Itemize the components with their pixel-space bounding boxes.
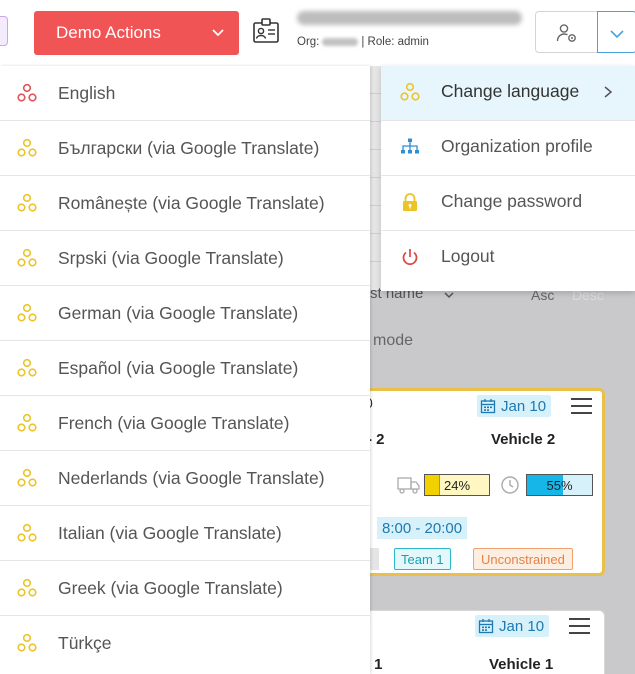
hamburger-menu-icon[interactable] bbox=[569, 618, 590, 634]
language-icon bbox=[17, 633, 37, 652]
menu-item-label: Change password bbox=[441, 191, 583, 211]
route-card[interactable]: 0 Jan 10 - 2 Vehicle 2 24% bbox=[364, 388, 605, 576]
hamburger-menu-icon[interactable] bbox=[571, 398, 592, 414]
language-icon bbox=[17, 468, 37, 487]
chevron-down-icon bbox=[610, 30, 624, 39]
working-hours-badge: 8:00 - 20:00 bbox=[377, 517, 468, 539]
menu-item-organization-profile[interactable]: Organization profile bbox=[381, 121, 635, 176]
language-icon bbox=[17, 138, 37, 157]
user-dropdown-menu: Change language Organization profile Cha… bbox=[381, 66, 635, 291]
language-option-label: German (via Google Translate) bbox=[58, 303, 299, 323]
menu-item-label: Change language bbox=[441, 81, 580, 101]
power-icon bbox=[402, 249, 418, 265]
language-submenu: English Български (via Google Translate)… bbox=[0, 66, 370, 674]
time-usage-bar: 55% bbox=[526, 474, 593, 496]
language-option[interactable]: German (via Google Translate) bbox=[0, 286, 370, 341]
language-option[interactable]: Italian (via Google Translate) bbox=[0, 506, 370, 561]
org-role-line: Org: | Role: admin bbox=[297, 36, 429, 48]
language-icon bbox=[17, 193, 37, 212]
language-icon bbox=[400, 82, 420, 101]
language-icon bbox=[17, 303, 37, 322]
language-option[interactable]: Türkçe bbox=[0, 616, 370, 671]
language-option-label: French (via Google Translate) bbox=[58, 413, 290, 433]
language-option-label: Italian (via Google Translate) bbox=[58, 523, 282, 543]
user-email-redacted bbox=[297, 11, 522, 25]
language-icon bbox=[17, 578, 37, 597]
chevron-down-icon bbox=[212, 29, 224, 37]
demo-actions-button[interactable]: Demo Actions bbox=[34, 11, 239, 55]
left-partial-button[interactable] bbox=[0, 16, 8, 46]
vehicle-name: Vehicle 2 bbox=[491, 431, 556, 448]
date-badge: Jan 10 bbox=[477, 395, 552, 417]
calendar-icon bbox=[478, 619, 494, 634]
menu-item-change-password[interactable]: Change password bbox=[381, 176, 635, 231]
language-option[interactable]: Srpski (via Google Translate) bbox=[0, 231, 370, 286]
calendar-icon bbox=[480, 399, 496, 414]
chevron-right-icon bbox=[604, 86, 613, 98]
clock-icon bbox=[501, 476, 519, 494]
covered-form-strip bbox=[368, 66, 382, 290]
language-option-label: Greek (via Google Translate) bbox=[58, 578, 283, 598]
menu-item-logout[interactable]: Logout bbox=[381, 231, 635, 286]
lock-icon bbox=[403, 193, 417, 211]
language-icon bbox=[17, 248, 37, 267]
language-option-label: Nederlands (via Google Translate) bbox=[58, 468, 325, 488]
language-option-label: Srpski (via Google Translate) bbox=[58, 248, 284, 268]
language-option[interactable]: Nederlands (via Google Translate) bbox=[0, 451, 370, 506]
load-capacity-bar: 24% bbox=[424, 474, 490, 496]
date-text: Jan 10 bbox=[501, 397, 547, 415]
user-gear-icon bbox=[556, 24, 576, 42]
constraint-tag: Unconstrained bbox=[473, 548, 573, 570]
truck-load-icon bbox=[397, 477, 420, 494]
user-settings-button[interactable] bbox=[535, 11, 598, 53]
mode-label: mode bbox=[373, 332, 414, 349]
language-icon bbox=[17, 413, 37, 432]
language-icon bbox=[17, 358, 37, 377]
demo-actions-label: Demo Actions bbox=[56, 23, 161, 42]
language-icon bbox=[17, 83, 37, 102]
language-option[interactable]: Românește (via Google Translate) bbox=[0, 176, 370, 231]
language-option-label: Românește (via Google Translate) bbox=[58, 193, 325, 213]
language-option-label: English bbox=[58, 83, 116, 103]
org-prefix: Org: bbox=[297, 36, 320, 48]
org-name-redacted bbox=[322, 38, 359, 46]
menu-item-label: Organization profile bbox=[441, 136, 593, 156]
language-option-label: Türkçe bbox=[58, 633, 112, 653]
role-text: | Role: admin bbox=[361, 36, 429, 48]
date-text: Jan 10 bbox=[499, 617, 545, 635]
time-usage-text: 55% bbox=[546, 478, 573, 493]
language-option[interactable]: English bbox=[0, 66, 370, 121]
load-capacity-text: 24% bbox=[443, 478, 471, 493]
language-icon bbox=[17, 523, 37, 542]
language-option[interactable]: Español (via Google Translate) bbox=[0, 341, 370, 396]
team-tag: Team 1 bbox=[394, 548, 451, 570]
language-option[interactable]: Greek (via Google Translate) bbox=[0, 561, 370, 616]
date-badge: Jan 10 bbox=[475, 615, 550, 637]
language-option[interactable]: French (via Google Translate) bbox=[0, 396, 370, 451]
language-option-label: Български (via Google Translate) bbox=[58, 138, 320, 158]
vehicle-name: Vehicle 1 bbox=[489, 656, 554, 673]
language-option[interactable]: Български (via Google Translate) bbox=[0, 121, 370, 176]
menu-item-label: Logout bbox=[441, 246, 495, 266]
language-option-label: Español (via Google Translate) bbox=[58, 358, 299, 378]
route-card[interactable]: 7 Jan 10 - 1 Vehicle 1 bbox=[363, 610, 605, 674]
menu-item-change-language[interactable]: Change language bbox=[381, 66, 635, 121]
id-card-icon bbox=[253, 18, 279, 43]
sitemap-icon bbox=[401, 138, 419, 154]
app-header: Demo Actions Org: | Role: admin bbox=[0, 0, 635, 66]
user-menu-toggle-button[interactable] bbox=[597, 11, 635, 53]
